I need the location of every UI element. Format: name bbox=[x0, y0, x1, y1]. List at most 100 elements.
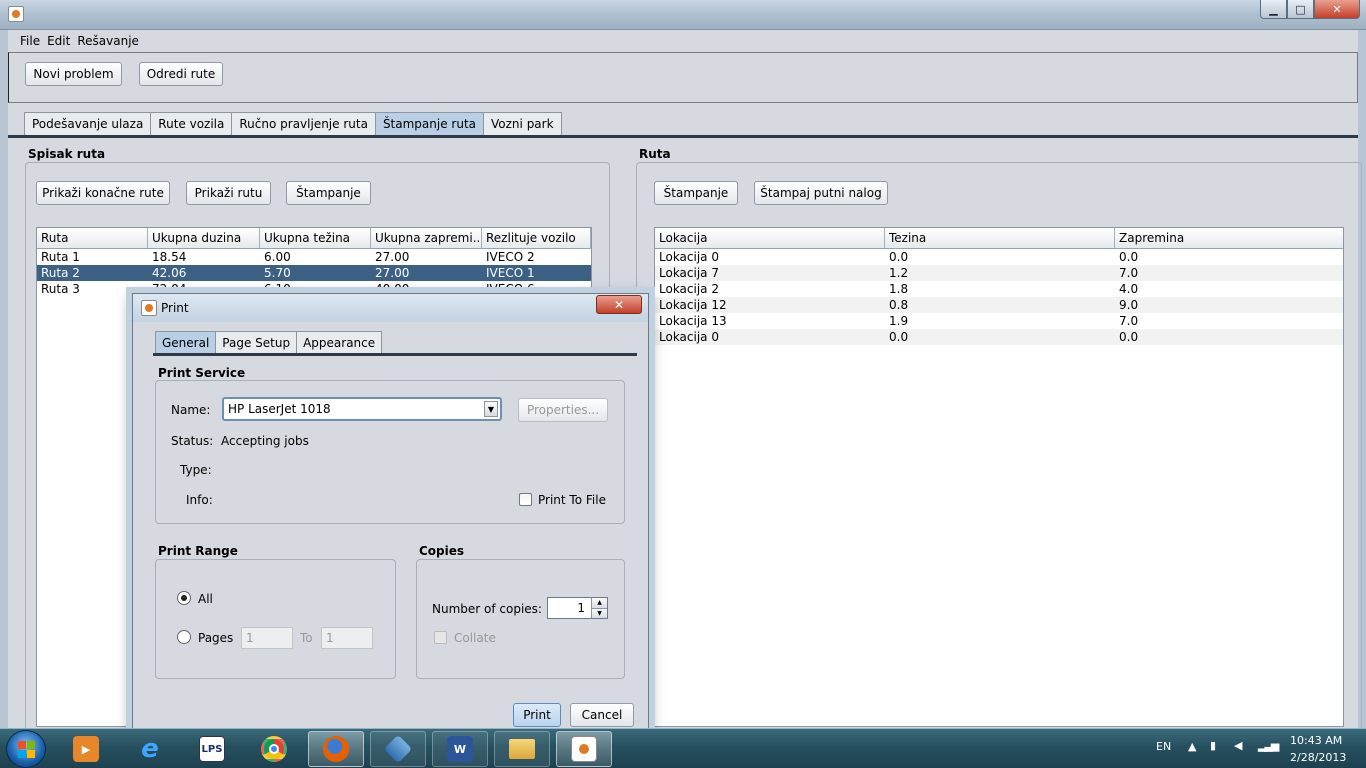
tab-vozni-park[interactable]: Vozni park bbox=[483, 112, 562, 135]
copies-stepper[interactable]: 1 ▲ ▼ bbox=[547, 597, 608, 619]
tab-general[interactable]: General bbox=[155, 331, 217, 353]
show-hidden-icons-icon[interactable]: ▲ bbox=[1188, 740, 1196, 753]
chrome-taskbar-button[interactable] bbox=[246, 731, 302, 767]
clock-time[interactable]: 10:43 AM bbox=[1290, 734, 1342, 747]
tab-stampanje-ruta[interactable]: Štampanje ruta bbox=[374, 112, 485, 135]
word-taskbar-button[interactable]: W bbox=[432, 731, 488, 767]
pages-label[interactable]: Pages bbox=[198, 631, 233, 645]
tab-rute-vozila[interactable]: Rute vozila bbox=[150, 112, 233, 135]
ruta-title: Ruta bbox=[639, 147, 671, 161]
table-cell: 0.8 bbox=[889, 298, 909, 312]
lps-taskbar-button[interactable]: LPS bbox=[184, 731, 240, 767]
table-row-selected[interactable]: Ruta 2 42.06 5.70 27.00 IVECO 1 bbox=[37, 265, 591, 281]
chevron-up-icon[interactable]: ▲ bbox=[592, 598, 607, 609]
battery-icon[interactable]: ▮ bbox=[1210, 739, 1216, 752]
column-header-ukupna-tezina[interactable]: Ukupna težina bbox=[260, 228, 371, 248]
java-taskbar-button[interactable] bbox=[556, 731, 612, 767]
table-cell: 1.8 bbox=[889, 282, 909, 296]
language-indicator[interactable]: EN bbox=[1156, 740, 1171, 753]
explorer-taskbar-button[interactable] bbox=[494, 731, 550, 767]
chevron-down-icon[interactable]: ▼ bbox=[592, 608, 607, 618]
status-label: Status: bbox=[171, 434, 214, 448]
tab-appearance[interactable]: Appearance bbox=[296, 331, 383, 353]
menu-file[interactable]: File bbox=[17, 34, 43, 48]
start-button[interactable] bbox=[6, 730, 46, 768]
toolbar: Novi problem Odredi rute bbox=[8, 52, 1358, 103]
menu-resavanje[interactable]: Rešavanje bbox=[74, 34, 142, 48]
pages-to-input[interactable]: 1 bbox=[321, 627, 373, 649]
stampaj-putni-nalog-button[interactable]: Štampaj putni nalog bbox=[754, 181, 888, 205]
prikazi-rutu-button[interactable]: Prikaži rutu bbox=[186, 181, 271, 205]
table-row[interactable]: Lokacija 2 1.8 4.0 bbox=[655, 281, 1343, 297]
pages-from-input[interactable]: 1 bbox=[241, 627, 293, 649]
table-row[interactable]: Ruta 1 18.54 6.00 27.00 IVECO 2 bbox=[37, 249, 591, 265]
clock-date[interactable]: 2/28/2013 bbox=[1290, 751, 1346, 764]
stepper-buttons: ▲ ▼ bbox=[591, 598, 607, 618]
collate-checkbox[interactable] bbox=[434, 631, 447, 644]
print-dialog-tabs: General Page Setup Appearance bbox=[155, 331, 383, 353]
stampanje-left-button[interactable]: Štampanje bbox=[286, 181, 371, 205]
volume-icon[interactable]: ◀ bbox=[1234, 739, 1242, 752]
tab-rucno-pravljenje-ruta[interactable]: Ručno pravljenje ruta bbox=[231, 112, 376, 135]
table-row[interactable]: Lokacija 13 1.9 7.0 bbox=[655, 313, 1343, 329]
minimize-button[interactable]: ▁ bbox=[1260, 0, 1287, 19]
maximize-button[interactable]: □ bbox=[1287, 0, 1314, 19]
print-to-file-checkbox[interactable] bbox=[519, 493, 532, 506]
print-to-file-label[interactable]: Print To File bbox=[538, 493, 606, 507]
print-range-title: Print Range bbox=[158, 544, 238, 558]
column-header-zapremina[interactable]: Zapremina bbox=[1115, 228, 1343, 248]
tab-underline bbox=[8, 135, 1358, 138]
internet-explorer-taskbar-button[interactable]: e bbox=[122, 731, 178, 767]
column-header-ukupna-zapremina[interactable]: Ukupna zapremi... bbox=[371, 228, 482, 248]
table-cell: Lokacija 13 bbox=[659, 314, 727, 328]
column-header-ruta[interactable]: Ruta bbox=[37, 228, 148, 248]
column-header-lokacija[interactable]: Lokacija bbox=[655, 228, 885, 248]
tab-podesavanje-ulaza[interactable]: Podešavanje ulaza bbox=[24, 112, 152, 135]
media-player-taskbar-button[interactable]: ▶ bbox=[58, 731, 114, 767]
table-row[interactable]: Lokacija 0 0.0 0.0 bbox=[655, 329, 1343, 345]
main-tabs: Podešavanje ulaza Rute vozila Ručno prav… bbox=[24, 112, 562, 135]
column-header-tezina[interactable]: Tezina bbox=[885, 228, 1115, 248]
column-header-rezlituje-vozilo[interactable]: Rezlituje vozilo bbox=[482, 228, 591, 248]
dialog-tab-underline bbox=[153, 353, 637, 356]
print-dialog-close-button[interactable]: ✕ bbox=[596, 295, 642, 314]
print-dialog-title: Print bbox=[161, 301, 189, 315]
menu-edit[interactable]: Edit bbox=[44, 34, 73, 48]
prikazi-konacne-rute-button[interactable]: Prikaži konačne rute bbox=[36, 181, 170, 205]
taskbar: ▶ e LPS W EN ▲ ▮ ◀ ▂▃▅ 10:43 AM 2/28/201… bbox=[0, 728, 1366, 768]
network-signal-icon[interactable]: ▂▃▅ bbox=[1258, 739, 1279, 752]
table-row[interactable]: Lokacija 0 0.0 0.0 bbox=[655, 249, 1343, 265]
virtualbox-taskbar-button[interactable] bbox=[370, 731, 426, 767]
table-cell: Ruta 2 bbox=[41, 266, 80, 280]
firefox-icon bbox=[323, 736, 349, 762]
number-of-copies-label: Number of copies: bbox=[432, 602, 542, 616]
table-row[interactable]: Lokacija 7 1.2 7.0 bbox=[655, 265, 1343, 281]
properties-button[interactable]: Properties... bbox=[518, 398, 608, 422]
novi-problem-button[interactable]: Novi problem bbox=[25, 62, 122, 86]
table-cell: IVECO 2 bbox=[486, 250, 535, 264]
info-label: Info: bbox=[186, 493, 213, 507]
all-label[interactable]: All bbox=[198, 592, 213, 606]
chevron-down-icon[interactable]: ▼ bbox=[484, 401, 498, 417]
route-detail-table: Lokacija Tezina Zapremina Lokacija 0 0.0… bbox=[654, 227, 1344, 727]
table-cell: Ruta 1 bbox=[41, 250, 80, 264]
copies-title: Copies bbox=[419, 544, 465, 558]
collate-label[interactable]: Collate bbox=[454, 631, 496, 645]
virtualbox-icon bbox=[383, 734, 413, 764]
odredi-rute-button[interactable]: Odredi rute bbox=[139, 62, 223, 86]
firefox-taskbar-button[interactable] bbox=[308, 731, 364, 767]
close-button[interactable]: ✕ bbox=[1314, 0, 1360, 19]
table-row[interactable]: Lokacija 12 0.8 9.0 bbox=[655, 297, 1343, 313]
printer-name-select[interactable]: HP LaserJet 1018 ▼ bbox=[222, 397, 502, 421]
print-dialog-titlebar[interactable]: Print ✕ bbox=[133, 294, 648, 322]
column-header-ukupna-duzina[interactable]: Ukupna duzina bbox=[148, 228, 260, 248]
table-cell: 0.0 bbox=[1119, 330, 1139, 344]
pages-radio[interactable] bbox=[177, 630, 191, 644]
all-radio[interactable] bbox=[177, 591, 191, 605]
print-button[interactable]: Print bbox=[513, 703, 561, 727]
java-icon bbox=[571, 736, 597, 762]
tab-page-setup[interactable]: Page Setup bbox=[215, 331, 298, 353]
cancel-button[interactable]: Cancel bbox=[570, 703, 634, 727]
stampanje-right-button[interactable]: Štampanje bbox=[654, 181, 738, 205]
status-value: Accepting jobs bbox=[221, 434, 309, 448]
